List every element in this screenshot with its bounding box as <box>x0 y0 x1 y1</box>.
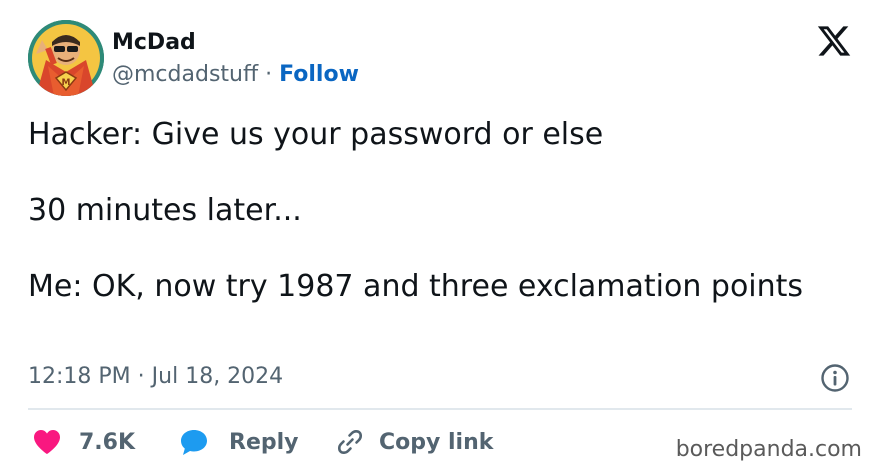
tweet-time: 12:18 PM <box>28 364 131 389</box>
tweet-paragraph: Me: OK, now try 1987 and three exclamati… <box>28 269 804 304</box>
watermark: boredpanda.com <box>675 437 862 462</box>
tweet-text: Hacker: Give us your password or else 30… <box>28 116 848 306</box>
follow-button[interactable]: Follow <box>279 62 359 87</box>
handle-row: @mcdadstuff · Follow <box>112 61 359 89</box>
reply-bubble-icon <box>181 430 207 455</box>
tweet-timestamp[interactable]: 12:18 PM · Jul 18, 2024 <box>28 363 283 391</box>
svg-text:M: M <box>62 78 71 88</box>
tweet-paragraph: Hacker: Give us your password or else <box>28 117 604 152</box>
divider <box>28 408 852 410</box>
reply-button[interactable]: Reply <box>179 424 299 460</box>
tweet-header: M McDad @mcdadstuff · Follow <box>28 20 852 98</box>
author-name[interactable]: McDad <box>112 29 196 57</box>
separator-dot: · <box>265 62 273 87</box>
copy-link-button[interactable]: Copy link <box>335 424 493 460</box>
info-icon[interactable] <box>820 363 850 393</box>
superhero-avatar-image: M <box>28 20 104 96</box>
link-icon <box>337 429 363 455</box>
reply-label: Reply <box>229 429 299 455</box>
copy-link-label: Copy link <box>379 429 494 455</box>
x-logo-icon[interactable] <box>816 23 852 59</box>
tweet-paragraph: 30 minutes later... <box>28 193 302 228</box>
heart-icon <box>34 430 60 454</box>
date-separator: · <box>137 364 145 389</box>
like-count: 7.6K <box>79 429 136 455</box>
avatar[interactable]: M <box>28 20 104 96</box>
tweet-date: Jul 18, 2024 <box>151 364 284 389</box>
author-handle[interactable]: @mcdadstuff <box>112 62 258 87</box>
like-button[interactable]: 7.6K <box>33 424 135 460</box>
